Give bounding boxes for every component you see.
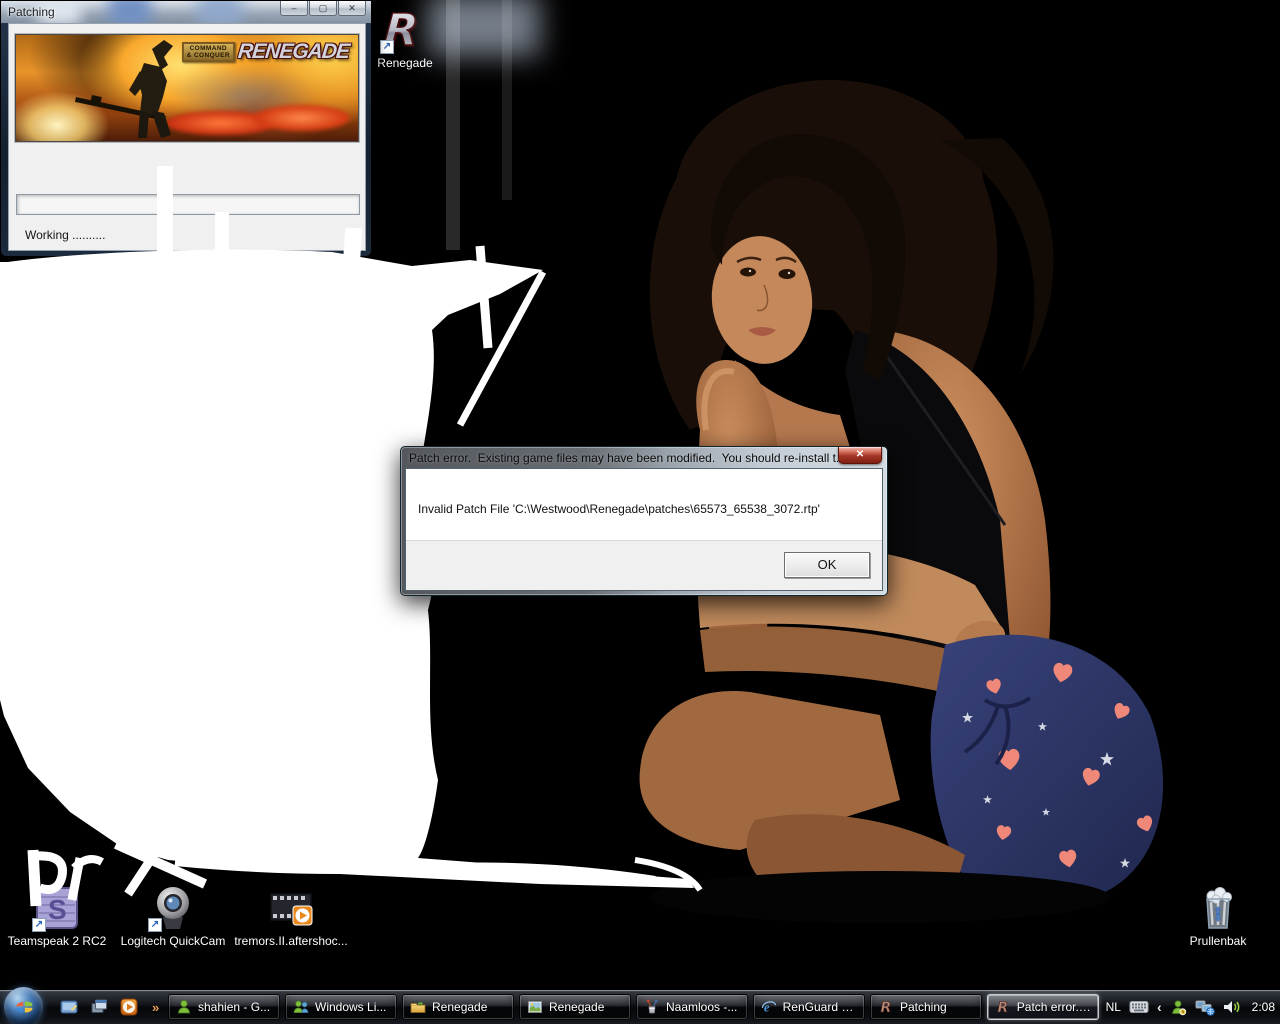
- brand-line2: & CONQUER: [187, 52, 230, 59]
- maximize-button[interactable]: ▢: [309, 1, 337, 16]
- desktop-icon-teamspeak[interactable]: S ↗ Teamspeak 2 RC2: [7, 884, 107, 948]
- close-icon: ✕: [856, 449, 864, 460]
- tray-collapse-chevron[interactable]: ‹: [1157, 999, 1162, 1015]
- renegade-r-icon: R: [995, 999, 1011, 1015]
- folder-icon: [410, 999, 426, 1015]
- messenger-tray-icon[interactable]: [1170, 999, 1187, 1016]
- taskbar-button-naamloos-paint[interactable]: Naamloos -...: [636, 994, 748, 1020]
- switch-windows-icon: [89, 997, 109, 1017]
- dialog-title: Patch error. Existing game files may hav…: [409, 451, 846, 465]
- ok-button[interactable]: OK: [784, 552, 870, 578]
- show-desktop-icon: [59, 997, 79, 1017]
- volume-icon[interactable]: [1223, 999, 1241, 1015]
- svg-text:R: R: [997, 1000, 1008, 1015]
- patching-window: Patching – ▢ ✕: [0, 0, 372, 257]
- shortcut-arrow-icon: ↗: [148, 918, 162, 932]
- messenger-buddy-icon: [176, 999, 192, 1015]
- patch-error-dialog: Patch error. Existing game files may hav…: [400, 446, 888, 596]
- desktop-icon-label: Logitech QuickCam: [121, 934, 226, 948]
- quick-launch-overflow-chevron[interactable]: »: [152, 1000, 159, 1015]
- desktop-icon-recycle-bin[interactable]: Prullenbak: [1179, 884, 1257, 948]
- media-player-icon: [119, 997, 139, 1017]
- paint-icon: [644, 999, 660, 1015]
- close-button[interactable]: ✕: [838, 447, 882, 464]
- webcam-icon: ↗: [148, 884, 198, 932]
- windows-flag-icon: [13, 996, 35, 1018]
- glass-blur-artifact: [197, 1, 243, 23]
- taskbar-button-windows-live[interactable]: Windows Li...: [285, 994, 397, 1020]
- taskbar-button-patching[interactable]: R Patching: [870, 994, 982, 1020]
- close-button[interactable]: ✕: [338, 1, 366, 16]
- patch-progress-bar: [16, 194, 360, 215]
- picture-icon: [527, 999, 543, 1015]
- renegade-wordmark: RENEGADE: [237, 40, 355, 64]
- desktop-icon-quickcam[interactable]: ↗ Logitech QuickCam: [117, 884, 229, 948]
- keyboard-layout-icon[interactable]: [1129, 1000, 1149, 1014]
- window-title: Patching: [8, 5, 55, 19]
- switch-windows-button[interactable]: [88, 996, 110, 1018]
- quick-launch-bar: »: [58, 990, 159, 1024]
- desktop-icon-label: Prullenbak: [1190, 934, 1247, 948]
- taskbar-button-label: Patching: [900, 1000, 947, 1014]
- desktop-icon-tremors[interactable]: tremors.II.aftershoc...: [234, 884, 348, 948]
- teamspeak-icon: S ↗: [32, 884, 82, 932]
- svg-text:S: S: [48, 894, 67, 925]
- desktop-icon-label: tremors.II.aftershoc...: [234, 934, 347, 948]
- system-tray: NL ‹: [1106, 990, 1275, 1024]
- shortcut-arrow-icon: ↗: [380, 40, 394, 54]
- start-button[interactable]: [4, 987, 43, 1024]
- show-desktop-button[interactable]: [58, 996, 80, 1018]
- taskbar-button-label: Patch error. ...: [1017, 1000, 1091, 1014]
- taskbar-button-renegade-picture[interactable]: Renegade: [519, 994, 631, 1020]
- error-message: Invalid Patch File 'C:\Westwood\Renegade…: [418, 502, 820, 516]
- network-icon[interactable]: [1195, 999, 1215, 1016]
- video-file-icon: [266, 884, 316, 932]
- taskbar-button-label: Renegade: [549, 1000, 604, 1014]
- language-indicator[interactable]: NL: [1106, 1000, 1121, 1014]
- taskbar: » shahien - G... Windows Li...: [0, 990, 1280, 1024]
- windows-live-contacts-icon: [293, 999, 309, 1015]
- taskbar-button-label: Windows Li...: [315, 1000, 386, 1014]
- internet-explorer-icon: e: [761, 999, 777, 1015]
- desktop-icon-label: Renegade: [377, 56, 432, 70]
- desktop-icon-renegade[interactable]: R R ↗ Renegade: [370, 6, 440, 70]
- media-player-button[interactable]: [118, 996, 140, 1018]
- taskbar-button-renguard-ie[interactable]: e RenGuard - ...: [753, 994, 865, 1020]
- lava-effect: [254, 105, 350, 131]
- shortcut-arrow-icon: ↗: [32, 918, 46, 932]
- taskbar-button-label: Naamloos -...: [666, 1000, 737, 1014]
- patching-titlebar[interactable]: Patching – ▢ ✕: [1, 1, 371, 23]
- taskbar-buttons: shahien - G... Windows Li...: [168, 994, 1099, 1020]
- dialog-body: Invalid Patch File 'C:\Westwood\Renegade…: [405, 468, 883, 591]
- status-text: Working ..........: [25, 228, 105, 242]
- glass-blur-artifact: [109, 1, 151, 23]
- desktop-icon-label: Teamspeak 2 RC2: [8, 934, 107, 948]
- dialog-footer: OK: [406, 540, 882, 590]
- renegade-r-icon: R: [878, 999, 894, 1015]
- taskbar-button-label: Renegade: [432, 1000, 487, 1014]
- recycle-bin-icon: [1193, 884, 1243, 932]
- svg-text:R: R: [881, 1000, 892, 1015]
- desktop: R R ↗ Renegade S ↗ Teamspeak 2 RC2: [0, 0, 1280, 1024]
- command-conquer-logo: COMMAND & CONQUER RENEGADE: [182, 40, 353, 64]
- taskbar-button-label: RenGuard - ...: [783, 1000, 857, 1014]
- taskbar-button-patch-error[interactable]: R Patch error. ...: [987, 994, 1099, 1020]
- patching-window-body: COMMAND & CONQUER RENEGADE Working .....…: [8, 23, 366, 251]
- taskbar-button-label: shahien - G...: [198, 1000, 270, 1014]
- renegade-logo-icon: R R ↗: [380, 6, 430, 54]
- taskbar-button-shahien[interactable]: shahien - G...: [168, 994, 280, 1020]
- taskbar-button-renegade-folder[interactable]: Renegade: [402, 994, 514, 1020]
- dialog-titlebar[interactable]: Patch error. Existing game files may hav…: [401, 447, 887, 468]
- minimize-button[interactable]: –: [280, 1, 308, 16]
- brand-line1: COMMAND: [190, 45, 227, 52]
- taskbar-clock[interactable]: 2:08: [1252, 1000, 1275, 1014]
- renegade-banner: COMMAND & CONQUER RENEGADE: [15, 34, 359, 142]
